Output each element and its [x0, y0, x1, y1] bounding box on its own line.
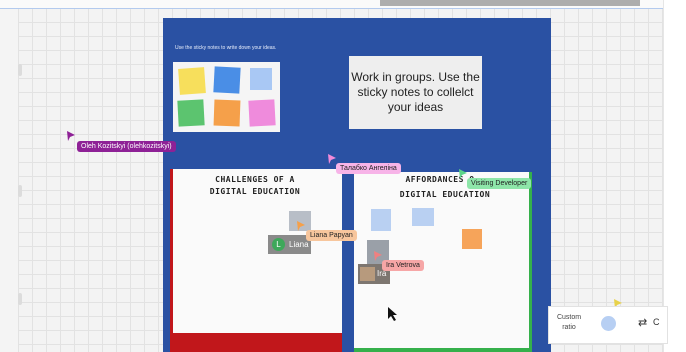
sticky-note-pink[interactable]	[248, 99, 276, 127]
sticky-note-blue[interactable]	[213, 66, 241, 94]
sticky-note-yellow[interactable]	[178, 67, 206, 95]
avatar-name: Liana	[289, 240, 309, 249]
mouse-pointer-icon	[388, 307, 397, 321]
sticky-note-orange[interactable]	[213, 99, 241, 127]
top-divider	[0, 8, 686, 9]
swap-label: C	[653, 317, 660, 327]
cursor-label-talabko: Талабко Ангеліна	[336, 163, 401, 174]
board-instruction: Use the sticky notes to write down your …	[175, 45, 277, 51]
left-handle[interactable]	[18, 293, 22, 305]
right-panel-edge	[663, 0, 686, 352]
color-swatch-button[interactable]	[601, 316, 616, 331]
ratio-toolbar: Custom ratio ⇄ C	[548, 306, 668, 344]
cursor-icon	[328, 154, 336, 164]
avatar	[360, 267, 375, 281]
affordances-title-line2: DIGITAL EDUCATION	[399, 190, 491, 199]
cursor-icon	[374, 251, 382, 261]
cursor-label-visiting-developer: Visiting Developer	[467, 178, 532, 189]
cursor-label-liana: Liana Papyan	[306, 230, 357, 241]
sticky-note-lightblue[interactable]	[250, 68, 272, 90]
sticky-note-green[interactable]	[177, 99, 205, 127]
small-sticky-note[interactable]	[412, 208, 434, 226]
cursor-icon	[297, 221, 305, 231]
cursor-label-ira: Ira Vetrova	[382, 260, 424, 271]
avatar: L	[272, 238, 285, 251]
instruction-card[interactable]: Work in groups. Use the sticky notes to …	[349, 56, 482, 129]
swap-icon[interactable]: ⇄	[638, 316, 647, 329]
top-bar	[0, 0, 686, 9]
small-sticky-note[interactable]	[371, 209, 391, 231]
left-handle[interactable]	[18, 185, 22, 197]
video-strip	[380, 0, 640, 6]
challenges-title: CHALLENGES OF A DIGITAL EDUCATION	[209, 175, 301, 196]
cursor-label-oleh: Oleh Kozitskyi (olehkozitskyi)	[77, 141, 176, 152]
left-handle[interactable]	[18, 64, 22, 76]
custom-ratio-label[interactable]: Custom ratio	[555, 313, 583, 333]
sticky-note-palette	[173, 62, 280, 132]
cursor-icon	[459, 169, 467, 179]
cursor-icon	[67, 131, 75, 141]
video-tile-liana[interactable]: L Liana	[268, 235, 311, 254]
small-sticky-note[interactable]	[462, 229, 482, 249]
